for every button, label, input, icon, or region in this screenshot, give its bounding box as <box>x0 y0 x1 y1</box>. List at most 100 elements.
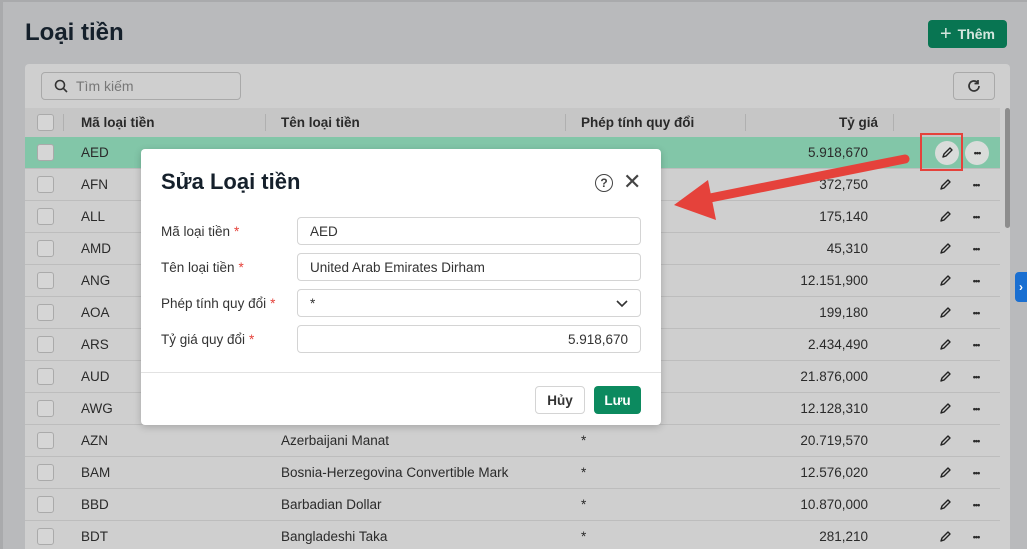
cell-rate: 45,310 <box>826 241 868 256</box>
top-border <box>0 0 1027 2</box>
dialog-divider <box>141 372 661 373</box>
edit-icon[interactable] <box>935 175 955 195</box>
page-title: Loại tiền <box>25 19 124 46</box>
row-checkbox[interactable] <box>37 432 54 449</box>
column-divider <box>893 114 894 131</box>
more-options-icon[interactable]: ••• <box>965 431 987 451</box>
more-options-icon[interactable]: ••• <box>965 367 987 387</box>
field-label-rate: Tỷ giá quy đổi * <box>161 332 255 347</box>
header-name[interactable]: Tên loại tiền <box>281 115 360 130</box>
row-checkbox[interactable] <box>37 272 54 289</box>
row-checkbox[interactable] <box>37 208 54 225</box>
row-checkbox[interactable] <box>37 144 54 161</box>
cell-code: AMD <box>81 241 111 256</box>
cancel-button[interactable]: Hủy <box>535 386 585 414</box>
cell-rate: 199,180 <box>819 305 868 320</box>
side-panel-toggle[interactable]: › <box>1015 272 1027 302</box>
close-icon[interactable]: ✕ <box>623 171 641 193</box>
cell-operation: * <box>581 529 587 544</box>
row-checkbox[interactable] <box>37 304 54 321</box>
header-rate[interactable]: Tỷ giá <box>839 115 878 130</box>
rate-input[interactable]: 5.918,670 <box>297 325 641 353</box>
cell-rate: 21.876,000 <box>800 369 868 384</box>
row-checkbox[interactable] <box>37 496 54 513</box>
more-options-icon[interactable]: ••• <box>965 495 987 515</box>
cell-rate: 175,140 <box>819 209 868 224</box>
row-checkbox[interactable] <box>37 368 54 385</box>
help-icon[interactable]: ? <box>595 174 613 192</box>
code-input[interactable]: AED <box>297 217 641 245</box>
cell-name: Azerbaijani Manat <box>281 433 390 448</box>
save-button[interactable]: Lưu <box>594 386 641 414</box>
row-checkbox[interactable] <box>37 176 54 193</box>
header-code[interactable]: Mã loại tiền <box>81 115 155 130</box>
annotation-highlight-box <box>920 133 963 171</box>
edit-icon[interactable] <box>935 495 955 515</box>
edit-icon[interactable] <box>935 271 955 291</box>
name-input[interactable]: United Arab Emirates Dirham <box>297 253 641 281</box>
table-row[interactable]: BAM Bosnia-Herzegovina Convertible Mark … <box>25 457 1000 489</box>
cell-code: AOA <box>81 305 110 320</box>
more-options-icon[interactable]: ••• <box>965 207 987 227</box>
more-options-icon[interactable]: ••• <box>965 141 989 165</box>
refresh-button[interactable] <box>953 72 995 100</box>
cell-rate: 5.918,670 <box>807 145 868 160</box>
row-checkbox[interactable] <box>37 240 54 257</box>
search-input[interactable]: Tìm kiếm <box>41 72 241 100</box>
column-divider <box>63 114 64 131</box>
edit-icon[interactable] <box>935 335 955 355</box>
cell-code: ARS <box>81 337 109 352</box>
more-options-icon[interactable]: ••• <box>965 527 987 547</box>
edit-icon[interactable] <box>935 431 955 451</box>
edit-icon[interactable] <box>935 207 955 227</box>
field-label-operation: Phép tính quy đổi * <box>161 296 276 311</box>
left-border <box>0 0 3 549</box>
more-options-icon[interactable]: ••• <box>965 303 987 323</box>
edit-icon[interactable] <box>935 463 955 483</box>
select-all-checkbox[interactable] <box>37 114 54 131</box>
cell-rate: 281,210 <box>819 529 868 544</box>
cell-rate: 12.576,020 <box>800 465 868 480</box>
edit-icon[interactable] <box>935 527 955 547</box>
table-row[interactable]: BDT Bangladeshi Taka * 281,210 ••• <box>25 521 1000 549</box>
refresh-icon <box>968 80 980 92</box>
cell-code: BDT <box>81 529 108 544</box>
header-operation[interactable]: Phép tính quy đổi <box>581 115 694 130</box>
cell-name: Barbadian Dollar <box>281 497 382 512</box>
table-row[interactable]: AZN Azerbaijani Manat * 20.719,570 ••• <box>25 425 1000 457</box>
more-options-icon[interactable]: ••• <box>965 175 987 195</box>
add-button-label: Thêm <box>957 26 996 42</box>
operation-select[interactable]: * <box>297 289 641 317</box>
column-divider <box>265 114 266 131</box>
column-divider <box>745 114 746 131</box>
edit-icon[interactable] <box>935 367 955 387</box>
table-row[interactable]: BBD Barbadian Dollar * 10.870,000 ••• <box>25 489 1000 521</box>
edit-icon[interactable] <box>935 303 955 323</box>
row-checkbox[interactable] <box>37 528 54 545</box>
add-button[interactable]: + Thêm <box>928 20 1007 48</box>
more-options-icon[interactable]: ••• <box>965 239 987 259</box>
edit-currency-dialog: Sửa Loại tiền ? ✕ Mã loại tiền * AED Tên … <box>141 149 661 425</box>
column-divider <box>565 114 566 131</box>
edit-icon[interactable] <box>935 399 955 419</box>
row-checkbox[interactable] <box>37 400 54 417</box>
cell-rate: 2.434,490 <box>807 337 868 352</box>
cell-operation: * <box>581 433 587 448</box>
plus-icon: + <box>939 23 952 45</box>
field-label-name: Tên loại tiền * <box>161 260 244 275</box>
field-label-code: Mã loại tiền * <box>161 224 240 239</box>
more-options-icon[interactable]: ••• <box>965 271 987 291</box>
more-options-icon[interactable]: ••• <box>965 399 987 419</box>
scrollbar[interactable] <box>1005 108 1010 228</box>
row-checkbox[interactable] <box>37 336 54 353</box>
row-checkbox[interactable] <box>37 464 54 481</box>
cell-code: ALL <box>81 209 106 224</box>
cell-code: AFN <box>81 177 108 192</box>
cell-operation: * <box>581 497 587 512</box>
more-options-icon[interactable]: ••• <box>965 335 987 355</box>
cell-code: BAM <box>81 465 111 480</box>
cell-code: AED <box>81 145 109 160</box>
edit-icon[interactable] <box>935 239 955 259</box>
cell-rate: 12.151,900 <box>800 273 868 288</box>
more-options-icon[interactable]: ••• <box>965 463 987 483</box>
